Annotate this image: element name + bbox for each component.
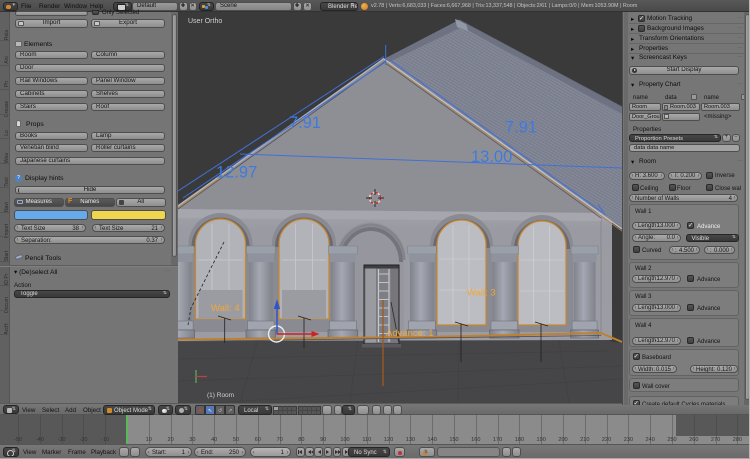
svg-text:User Ortho: User Ortho [188,18,222,25]
svg-text:Wall: 3: Wall: 3 [467,288,496,299]
svg-text:(1) Room: (1) Room [207,392,234,399]
svg-text:7.91: 7.91 [289,114,321,132]
svg-text:Advance: 1: Advance: 1 [386,328,434,339]
svg-text:Wall: 4: Wall: 4 [211,303,240,314]
svg-text:7.91: 7.91 [505,119,537,137]
svg-text:12.97: 12.97 [216,164,257,182]
svg-text:13.00: 13.00 [471,148,512,166]
